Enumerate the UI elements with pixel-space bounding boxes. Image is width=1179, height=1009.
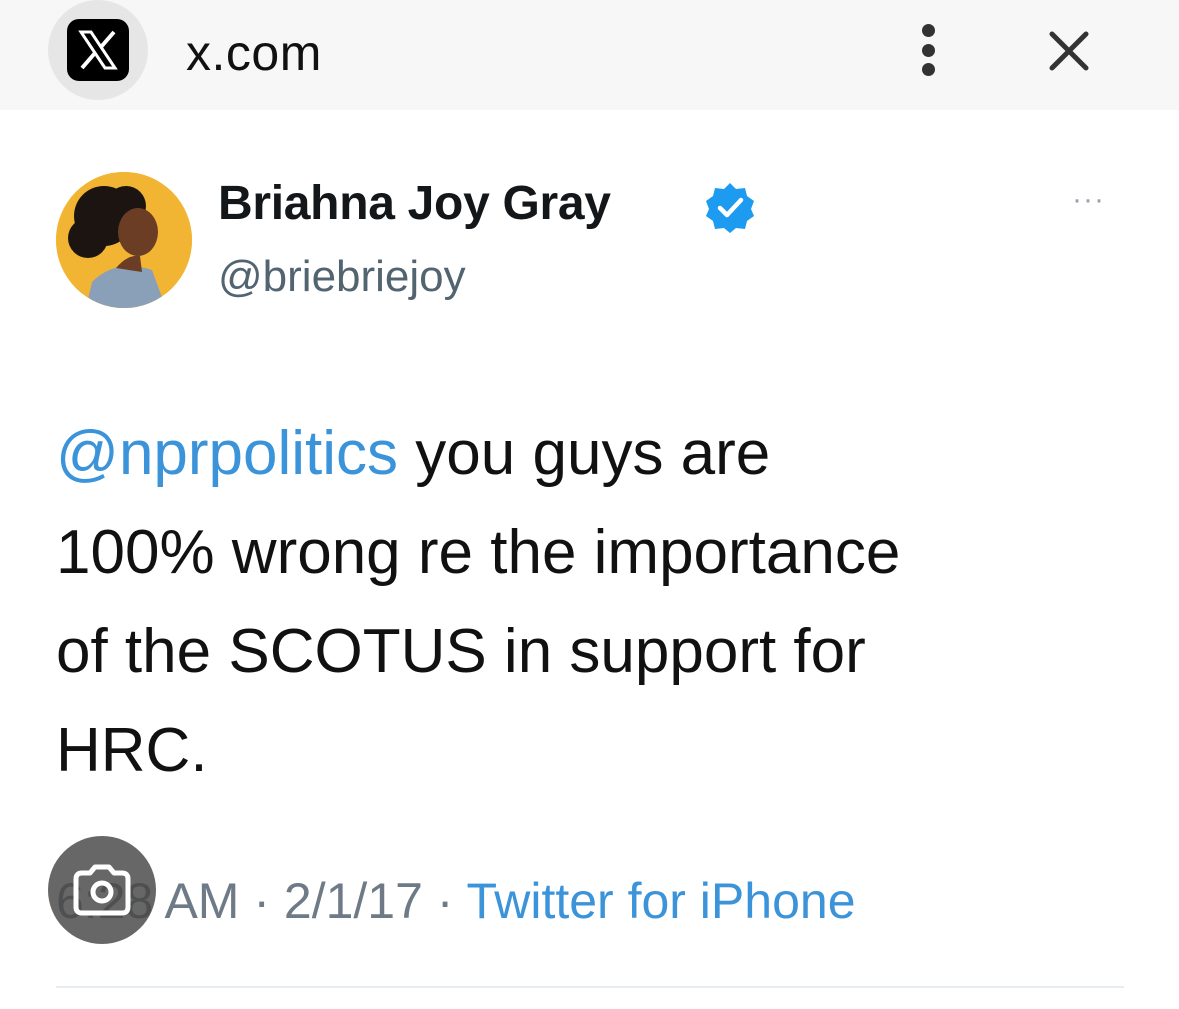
author-name[interactable]: Briahna Joy Gray [218,176,611,231]
author-handle[interactable]: @briebriejoy [218,252,466,302]
tweet-meta: 6:28 AM · 2/1/17 · Twitter for iPhone [56,872,856,930]
divider [56,986,1124,988]
avatar[interactable] [56,172,192,308]
kebab-menu-icon[interactable] [908,20,948,80]
browser-top-bar: x.com [0,0,1179,110]
site-domain: x.com [186,25,322,81]
x-logo-icon [67,19,129,81]
google-lens-icon[interactable] [48,836,156,944]
mention-link[interactable]: @nprpolitics [56,419,398,488]
meta-separator: · [239,873,284,929]
tweet-date[interactable]: 2/1/17 [284,873,423,929]
close-icon[interactable] [1044,26,1094,76]
tweet-source[interactable]: Twitter for iPhone [466,873,855,929]
tweet-more-button[interactable]: ··· [1072,185,1105,215]
page: x.com Briahna Joy Gray @briebriejoy ··· [0,0,1179,1009]
meta-separator-2: · [422,873,467,929]
verified-badge-icon [703,181,757,235]
tweet-text: @nprpolitics you guys are 100% wrong re … [56,404,1136,800]
site-icon-button[interactable] [48,0,148,100]
